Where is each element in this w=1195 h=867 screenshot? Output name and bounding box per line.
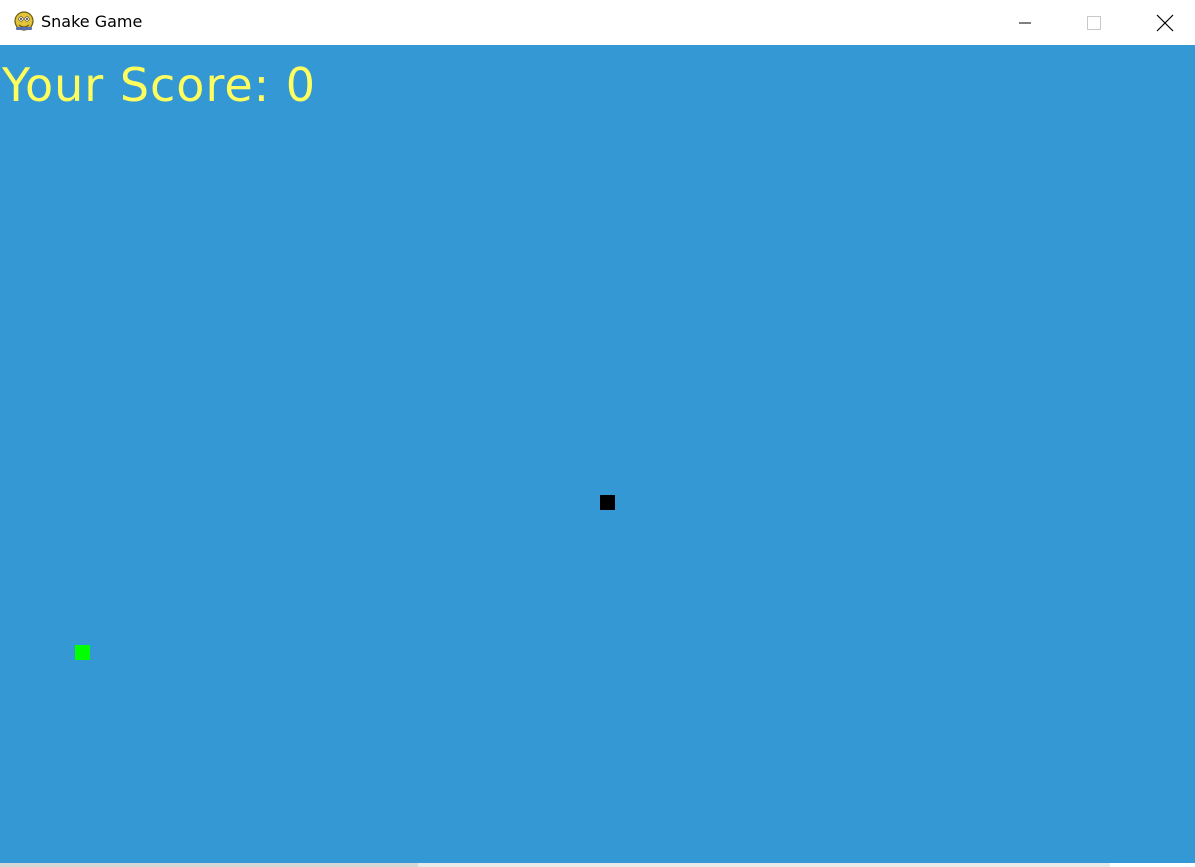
maximize-button[interactable] (1071, 0, 1117, 45)
window-bottom-edge (0, 863, 1195, 867)
score-display: Your Score: 0 (2, 58, 317, 112)
game-canvas[interactable]: Your Score: 0 (0, 45, 1195, 863)
pygame-snake-icon (14, 11, 34, 31)
bottom-edge-segment (0, 863, 418, 867)
window-title: Snake Game (41, 12, 143, 31)
minimize-button[interactable] (1002, 0, 1048, 45)
close-icon (1156, 14, 1174, 31)
maximize-icon (1087, 15, 1101, 30)
close-button[interactable] (1142, 0, 1188, 45)
title-bar[interactable]: Snake Game (0, 0, 1195, 45)
snake-game-window: Snake Game Your Score: 0 (0, 0, 1195, 867)
snake-head (600, 495, 615, 510)
minimize-icon (1019, 22, 1031, 23)
food-pellet (75, 645, 90, 660)
bottom-edge-segment-right (1110, 863, 1195, 867)
